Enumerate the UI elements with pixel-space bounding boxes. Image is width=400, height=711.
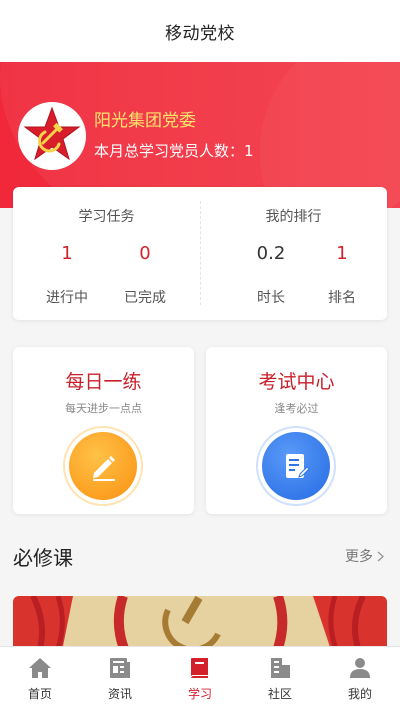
party-emblem-icon <box>18 102 86 170</box>
exam-center-card[interactable]: 考试中心 逢考必过 <box>206 347 387 514</box>
tab-study[interactable]: 学习 <box>160 647 240 711</box>
rank-position[interactable]: 1 排名 <box>302 243 382 307</box>
tab-home[interactable]: 首页 <box>0 647 80 711</box>
study-duration-label: 时长 <box>257 290 285 306</box>
monthly-learner-count: 本月总学习党员人数：1 <box>94 142 254 160</box>
learning-tasks-title: 学习任务 <box>78 209 135 225</box>
user-icon <box>350 658 370 678</box>
chevron-right-icon <box>377 550 384 562</box>
tasks-completed-value: 0 <box>139 243 151 264</box>
tab-news[interactable]: 资讯 <box>80 647 160 711</box>
learning-stats-card: 学习任务 1 进行中 0 已完成 我的排行 0.2 时长 1 排名 <box>13 187 387 320</box>
exam-paper-icon[interactable] <box>262 432 330 500</box>
app-header: 移动党校 <box>0 0 400 62</box>
tasks-completed[interactable]: 0 已完成 <box>105 243 185 307</box>
required-courses-title: 必修课 <box>13 546 73 570</box>
tasks-in-progress-value: 1 <box>61 243 73 264</box>
tasks-in-progress-label: 进行中 <box>46 290 88 306</box>
home-icon <box>29 658 51 678</box>
tab-study-label: 学习 <box>187 687 212 701</box>
bottom-tab-bar: 首页 资讯 学习 社区 我的 <box>0 646 400 711</box>
community-icon <box>271 658 290 678</box>
book-icon <box>191 658 208 678</box>
pencil-icon[interactable] <box>69 432 137 500</box>
daily-practice-subtitle: 每天进步一点点 <box>65 402 142 415</box>
study-duration[interactable]: 0.2 时长 <box>231 243 311 307</box>
learning-tasks-group[interactable]: 学习任务 1 进行中 0 已完成 <box>13 187 200 320</box>
org-name: 阳光集团党委 <box>94 111 196 131</box>
news-icon <box>110 658 130 678</box>
my-ranking-group[interactable]: 我的排行 0.2 时长 1 排名 <box>200 187 387 320</box>
study-duration-value: 0.2 <box>256 243 286 264</box>
tab-profile-label: 我的 <box>347 687 372 701</box>
exam-center-subtitle: 逢考必过 <box>274 402 319 415</box>
daily-practice-title: 每日一练 <box>65 371 142 393</box>
tab-community[interactable]: 社区 <box>240 647 320 711</box>
tab-home-label: 首页 <box>27 687 52 701</box>
more-courses-link[interactable]: 更多 <box>345 546 384 566</box>
my-ranking-title: 我的排行 <box>265 209 322 225</box>
daily-practice-card[interactable]: 每日一练 每天进步一点点 <box>13 347 194 514</box>
more-label: 更多 <box>345 549 373 565</box>
tab-profile[interactable]: 我的 <box>320 647 400 711</box>
tasks-in-progress[interactable]: 1 进行中 <box>27 243 107 307</box>
rank-position-label: 排名 <box>328 290 356 306</box>
tab-news-label: 资讯 <box>107 687 132 701</box>
tab-community-label: 社区 <box>267 687 292 701</box>
tasks-completed-label: 已完成 <box>124 290 166 306</box>
page-title: 移动党校 <box>165 23 235 44</box>
exam-center-title: 考试中心 <box>258 371 335 393</box>
rank-position-value: 1 <box>336 243 348 264</box>
